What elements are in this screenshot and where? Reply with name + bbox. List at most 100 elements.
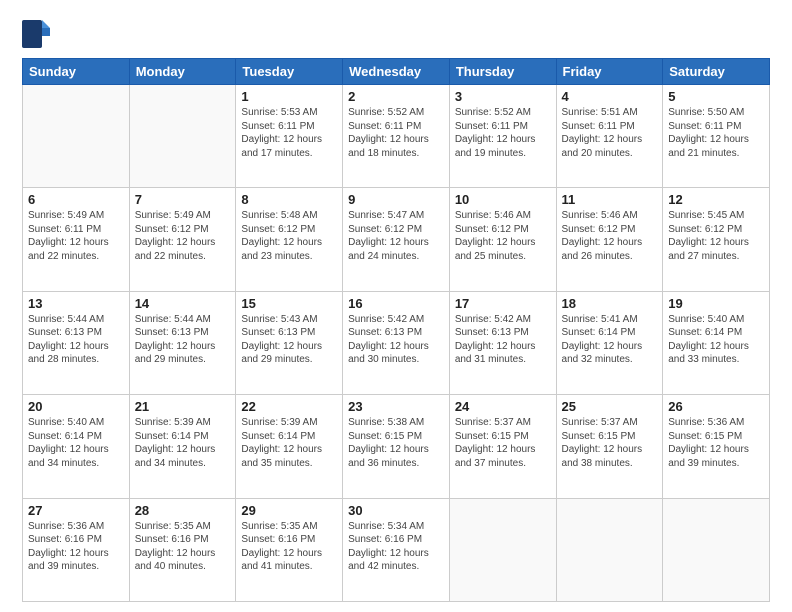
calendar-day-cell: 11 Sunrise: 5:46 AM Sunset: 6:12 PM Dayli… (556, 188, 663, 291)
day-number: 16 (348, 296, 444, 311)
day-info: Sunrise: 5:43 AM Sunset: 6:13 PM Dayligh… (241, 313, 337, 367)
day-number: 28 (135, 503, 231, 518)
calendar-table: SundayMondayTuesdayWednesdayThursdayFrid… (22, 58, 770, 602)
calendar-header: SundayMondayTuesdayWednesdayThursdayFrid… (23, 59, 770, 85)
day-number: 18 (562, 296, 658, 311)
calendar-day-cell: 23 Sunrise: 5:38 AM Sunset: 6:15 PM Dayli… (343, 395, 450, 498)
day-info: Sunrise: 5:52 AM Sunset: 6:11 PM Dayligh… (455, 106, 551, 160)
day-number: 11 (562, 192, 658, 207)
day-number: 14 (135, 296, 231, 311)
day-number: 12 (668, 192, 764, 207)
calendar-day-cell: 6Sunrise: 5:49 AM Sunset: 6:11 PM Daylig… (23, 188, 130, 291)
calendar-day-cell: 14 Sunrise: 5:44 AM Sunset: 6:13 PM Dayli… (129, 291, 236, 394)
day-info: Sunrise: 5:46 AM Sunset: 6:12 PM Dayligh… (562, 209, 658, 263)
day-number: 4 (562, 89, 658, 104)
day-of-week-header: Tuesday (236, 59, 343, 85)
day-info: Sunrise: 5:35 AM Sunset: 6:16 PM Dayligh… (135, 520, 231, 574)
day-number: 19 (668, 296, 764, 311)
day-number: 15 (241, 296, 337, 311)
day-info: Sunrise: 5:37 AM Sunset: 6:15 PM Dayligh… (455, 416, 551, 470)
day-info: Sunrise: 5:36 AM Sunset: 6:15 PM Dayligh… (668, 416, 764, 470)
calendar-day-cell: 3 Sunrise: 5:52 AM Sunset: 6:11 PM Daylig… (449, 85, 556, 188)
day-number: 9 (348, 192, 444, 207)
day-number: 29 (241, 503, 337, 518)
day-number: 13 (28, 296, 124, 311)
calendar-day-cell (129, 85, 236, 188)
day-info: Sunrise: 5:44 AM Sunset: 6:13 PM Dayligh… (135, 313, 231, 367)
calendar-day-cell: 16 Sunrise: 5:42 AM Sunset: 6:13 PM Dayli… (343, 291, 450, 394)
day-info: Sunrise: 5:36 AM Sunset: 6:16 PM Dayligh… (28, 520, 124, 574)
day-info: Sunrise: 5:34 AM Sunset: 6:16 PM Dayligh… (348, 520, 444, 574)
day-info: Sunrise: 5:51 AM Sunset: 6:11 PM Dayligh… (562, 106, 658, 160)
day-number: 25 (562, 399, 658, 414)
calendar-day-cell (663, 498, 770, 601)
calendar-day-cell: 25 Sunrise: 5:37 AM Sunset: 6:15 PM Dayli… (556, 395, 663, 498)
day-info: Sunrise: 5:46 AM Sunset: 6:12 PM Dayligh… (455, 209, 551, 263)
day-info: Sunrise: 5:47 AM Sunset: 6:12 PM Dayligh… (348, 209, 444, 263)
calendar-day-cell: 18Sunrise: 5:41 AM Sunset: 6:14 PM Dayli… (556, 291, 663, 394)
day-info: Sunrise: 5:40 AM Sunset: 6:14 PM Dayligh… (28, 416, 124, 470)
calendar-week-row: 13 Sunrise: 5:44 AM Sunset: 6:13 PM Dayli… (23, 291, 770, 394)
day-info: Sunrise: 5:39 AM Sunset: 6:14 PM Dayligh… (241, 416, 337, 470)
calendar-day-cell: 8Sunrise: 5:48 AM Sunset: 6:12 PM Daylig… (236, 188, 343, 291)
day-number: 7 (135, 192, 231, 207)
calendar-day-cell: 15 Sunrise: 5:43 AM Sunset: 6:13 PM Dayli… (236, 291, 343, 394)
day-number: 22 (241, 399, 337, 414)
calendar-body: 1Sunrise: 5:53 AM Sunset: 6:11 PM Daylig… (23, 85, 770, 602)
calendar-day-cell: 13Sunrise: 5:44 AM Sunset: 6:13 PM Dayli… (23, 291, 130, 394)
calendar-day-cell: 1Sunrise: 5:53 AM Sunset: 6:11 PM Daylig… (236, 85, 343, 188)
calendar-day-cell: 2 Sunrise: 5:52 AM Sunset: 6:11 PM Daylig… (343, 85, 450, 188)
calendar-day-cell: 9 Sunrise: 5:47 AM Sunset: 6:12 PM Daylig… (343, 188, 450, 291)
calendar-day-cell (449, 498, 556, 601)
day-info: Sunrise: 5:45 AM Sunset: 6:12 PM Dayligh… (668, 209, 764, 263)
day-info: Sunrise: 5:38 AM Sunset: 6:15 PM Dayligh… (348, 416, 444, 470)
day-number: 26 (668, 399, 764, 414)
day-of-week-header: Friday (556, 59, 663, 85)
calendar-day-cell: 28 Sunrise: 5:35 AM Sunset: 6:16 PM Dayli… (129, 498, 236, 601)
calendar-day-cell: 22 Sunrise: 5:39 AM Sunset: 6:14 PM Dayli… (236, 395, 343, 498)
calendar-day-cell: 12 Sunrise: 5:45 AM Sunset: 6:12 PM Dayli… (663, 188, 770, 291)
calendar-day-cell: 4 Sunrise: 5:51 AM Sunset: 6:11 PM Daylig… (556, 85, 663, 188)
calendar-week-row: 1Sunrise: 5:53 AM Sunset: 6:11 PM Daylig… (23, 85, 770, 188)
calendar-week-row: 27 Sunrise: 5:36 AM Sunset: 6:16 PM Dayli… (23, 498, 770, 601)
day-number: 30 (348, 503, 444, 518)
day-number: 8 (241, 192, 337, 207)
day-number: 24 (455, 399, 551, 414)
calendar-day-cell: 29 Sunrise: 5:35 AM Sunset: 6:16 PM Dayli… (236, 498, 343, 601)
day-number: 3 (455, 89, 551, 104)
day-number: 17 (455, 296, 551, 311)
calendar-day-cell: 20 Sunrise: 5:40 AM Sunset: 6:14 PM Dayli… (23, 395, 130, 498)
calendar-week-row: 20 Sunrise: 5:40 AM Sunset: 6:14 PM Dayli… (23, 395, 770, 498)
day-of-week-header: Saturday (663, 59, 770, 85)
calendar-week-row: 6Sunrise: 5:49 AM Sunset: 6:11 PM Daylig… (23, 188, 770, 291)
day-info: Sunrise: 5:37 AM Sunset: 6:15 PM Dayligh… (562, 416, 658, 470)
day-number: 5 (668, 89, 764, 104)
day-number: 23 (348, 399, 444, 414)
page: SundayMondayTuesdayWednesdayThursdayFrid… (0, 0, 792, 612)
day-number: 6 (28, 192, 124, 207)
day-number: 10 (455, 192, 551, 207)
calendar-day-cell: 5Sunrise: 5:50 AM Sunset: 6:11 PM Daylig… (663, 85, 770, 188)
day-info: Sunrise: 5:40 AM Sunset: 6:14 PM Dayligh… (668, 313, 764, 367)
day-info: Sunrise: 5:42 AM Sunset: 6:13 PM Dayligh… (348, 313, 444, 367)
calendar-day-cell: 21Sunrise: 5:39 AM Sunset: 6:14 PM Dayli… (129, 395, 236, 498)
calendar-day-cell: 17 Sunrise: 5:42 AM Sunset: 6:13 PM Dayli… (449, 291, 556, 394)
day-number: 1 (241, 89, 337, 104)
calendar-day-cell: 19 Sunrise: 5:40 AM Sunset: 6:14 PM Dayli… (663, 291, 770, 394)
day-number: 2 (348, 89, 444, 104)
day-number: 20 (28, 399, 124, 414)
header (22, 18, 770, 50)
day-info: Sunrise: 5:35 AM Sunset: 6:16 PM Dayligh… (241, 520, 337, 574)
calendar-day-cell (23, 85, 130, 188)
day-number: 27 (28, 503, 124, 518)
calendar-day-cell (556, 498, 663, 601)
calendar-day-cell: 10 Sunrise: 5:46 AM Sunset: 6:12 PM Dayli… (449, 188, 556, 291)
day-info: Sunrise: 5:52 AM Sunset: 6:11 PM Dayligh… (348, 106, 444, 160)
day-number: 21 (135, 399, 231, 414)
day-header-row: SundayMondayTuesdayWednesdayThursdayFrid… (23, 59, 770, 85)
day-info: Sunrise: 5:49 AM Sunset: 6:12 PM Dayligh… (135, 209, 231, 263)
day-info: Sunrise: 5:42 AM Sunset: 6:13 PM Dayligh… (455, 313, 551, 367)
day-of-week-header: Sunday (23, 59, 130, 85)
calendar-day-cell: 26 Sunrise: 5:36 AM Sunset: 6:15 PM Dayli… (663, 395, 770, 498)
calendar-day-cell: 30 Sunrise: 5:34 AM Sunset: 6:16 PM Dayli… (343, 498, 450, 601)
